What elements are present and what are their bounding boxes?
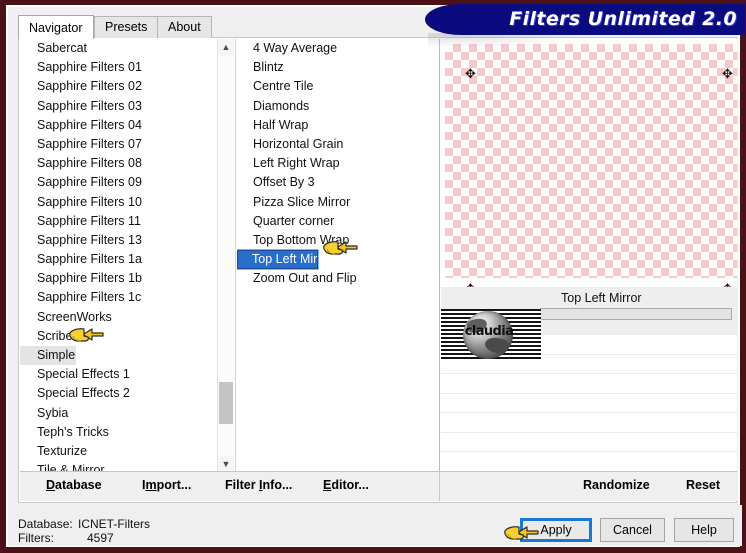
reset-button[interactable]: Reset: [686, 478, 720, 492]
parameter-row[interactable]: [441, 394, 737, 413]
list-item[interactable]: Sabercat: [20, 39, 217, 58]
title-banner: Filters Unlimited 2.0: [425, 4, 745, 35]
list-item[interactable]: Sapphire Filters 10: [20, 193, 217, 212]
list-item[interactable]: Sapphire Filters 11: [20, 212, 217, 231]
list-item[interactable]: Teph's Tricks: [20, 423, 217, 442]
list-item-selected-top-left-mirror[interactable]: Top Left Mirror: [237, 249, 333, 271]
filter-info-button[interactable]: Filter Info...: [225, 478, 292, 492]
help-button[interactable]: Help: [674, 518, 734, 542]
status-filters-label: Filters:: [18, 531, 54, 545]
status-filters-count: 4597: [87, 531, 114, 545]
filter-thumbnail[interactable]: claudia: [441, 309, 541, 361]
window-inner-frame: Filters Unlimited 2.0 Navigator Presets …: [6, 4, 745, 547]
parameter-row[interactable]: [441, 374, 737, 394]
move-handle-icon[interactable]: [465, 69, 476, 80]
list-item[interactable]: Special Effects 2: [20, 384, 217, 403]
move-handle-icon[interactable]: [722, 69, 733, 80]
cancel-button[interactable]: Cancel: [600, 518, 665, 542]
tab-navigator[interactable]: Navigator: [18, 15, 94, 39]
list-item[interactable]: Sybia: [20, 404, 217, 423]
list-item[interactable]: Scribe: [20, 327, 217, 346]
list-item[interactable]: Pizza Slice Mirror: [237, 193, 437, 212]
list-item[interactable]: Sapphire Filters 13: [20, 231, 217, 250]
list-item[interactable]: Sapphire Filters 08: [20, 154, 217, 173]
filter-list[interactable]: 4 Way Average Blintz Centre Tile Diamond…: [237, 39, 437, 473]
list-item[interactable]: Sapphire Filters 03: [20, 97, 217, 116]
tab-about[interactable]: About: [157, 16, 212, 38]
list-item[interactable]: Quarter corner: [237, 212, 437, 231]
list-item[interactable]: Sapphire Filters 1c: [20, 288, 217, 307]
toolbar-divider: [439, 472, 440, 501]
list-item[interactable]: 4 Way Average: [237, 39, 437, 58]
category-list-scrollbar[interactable]: ▲ ▼: [217, 39, 234, 473]
thumbnail-watermark: claudia: [464, 324, 514, 339]
list-item[interactable]: Left Right Wrap: [237, 154, 437, 173]
filters-unlimited-window: Filters Unlimited 2.0 Navigator Presets …: [0, 0, 746, 553]
apply-button[interactable]: Apply: [520, 518, 592, 542]
list-item[interactable]: Horizontal Grain: [237, 135, 437, 154]
parameter-row[interactable]: [441, 433, 737, 452]
list-item[interactable]: ScreenWorks: [20, 308, 217, 327]
list-item[interactable]: Texturize: [20, 442, 217, 461]
status-database-value: ICNET-Filters: [78, 517, 150, 531]
randomize-button[interactable]: Randomize: [583, 478, 650, 492]
list-item[interactable]: Sapphire Filters 1b: [20, 269, 217, 288]
status-database-label: Database:: [18, 517, 73, 531]
content-panel: Sabercat Sapphire Filters 01 Sapphire Fi…: [18, 37, 737, 503]
list-item[interactable]: Sapphire Filters 09: [20, 173, 217, 192]
list-item[interactable]: Sapphire Filters 07: [20, 135, 217, 154]
list-item-selected-simple[interactable]: Simple: [20, 346, 76, 366]
category-list[interactable]: Sabercat Sapphire Filters 01 Sapphire Fi…: [20, 39, 217, 473]
status-bar: Database: ICNET-Filters Filters: 4597 Ap…: [8, 505, 742, 546]
editor-button[interactable]: Editor...: [323, 478, 369, 492]
list-item[interactable]: Sapphire Filters 02: [20, 77, 217, 96]
import-button[interactable]: Import...: [142, 478, 191, 492]
list-item[interactable]: Blintz: [237, 58, 437, 77]
list-item[interactable]: Diamonds: [237, 97, 437, 116]
app-title: Filters Unlimited 2.0: [509, 8, 737, 30]
list-item[interactable]: Sapphire Filters 01: [20, 58, 217, 77]
parameter-slot[interactable]: [540, 308, 732, 320]
selected-filter-name: Top Left Mirror: [561, 291, 642, 305]
panel-toolbar: Database Import... Filter Info... Editor…: [20, 471, 737, 501]
list-item[interactable]: Top Bottom Wrap: [237, 231, 437, 250]
parameter-row[interactable]: [441, 413, 737, 433]
list-item[interactable]: Offset By 3: [237, 173, 437, 192]
parameter-row[interactable]: [441, 452, 737, 472]
database-button[interactable]: Database: [46, 478, 102, 492]
list-item[interactable]: Zoom Out and Flip: [237, 269, 437, 288]
preview-canvas[interactable]: [445, 44, 737, 278]
list-item[interactable]: Special Effects 1: [20, 365, 217, 384]
tab-presets[interactable]: Presets: [94, 16, 159, 38]
list-item[interactable]: Centre Tile: [237, 77, 437, 96]
scroll-up-icon[interactable]: ▲: [218, 39, 234, 56]
panel-divider: [439, 39, 440, 473]
scrollbar-thumb[interactable]: [219, 382, 233, 424]
list-item[interactable]: Sapphire Filters 04: [20, 116, 217, 135]
preview-panel: Top Left Mirror claudia: [441, 39, 737, 473]
list-item[interactable]: Half Wrap: [237, 116, 437, 135]
list-item[interactable]: Sapphire Filters 1a: [20, 250, 217, 269]
panel-divider: [235, 39, 236, 473]
